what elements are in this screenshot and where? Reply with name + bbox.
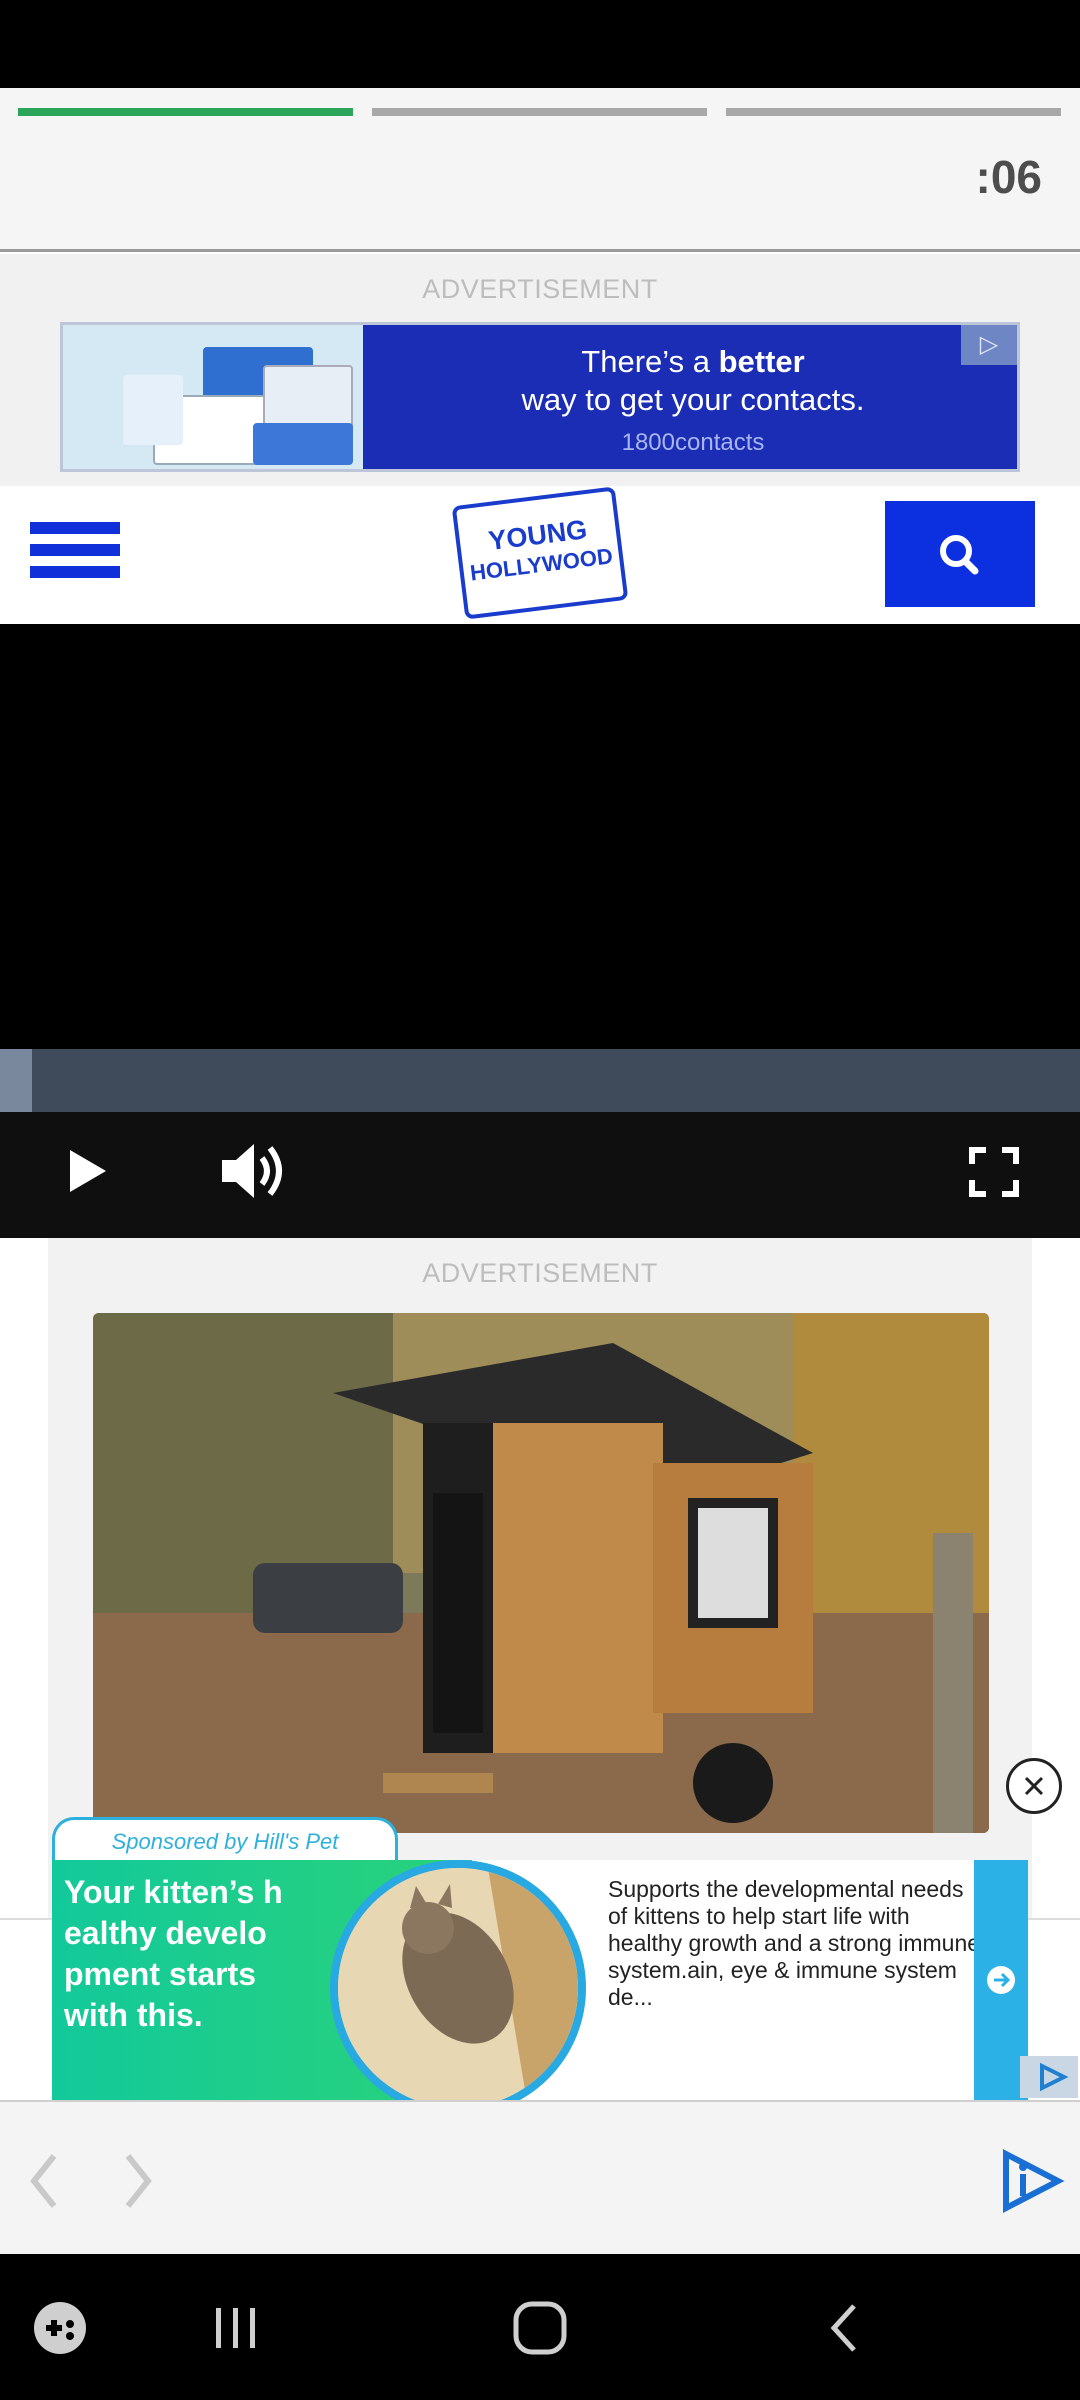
story-progress-segment-3 bbox=[726, 108, 1061, 116]
story-progress-segment-2 bbox=[372, 108, 707, 116]
story-timer: :06 bbox=[975, 151, 1042, 203]
close-icon bbox=[1024, 1776, 1044, 1796]
story-header: :06 bbox=[0, 88, 1080, 252]
play-icon[interactable] bbox=[56, 1136, 116, 1206]
ad-banner-brand: 1800contacts bbox=[621, 429, 765, 456]
kitten-image bbox=[330, 1860, 586, 2116]
video-controls bbox=[0, 1112, 1080, 1238]
status-bar bbox=[0, 0, 1080, 88]
browser-toolbar bbox=[0, 2100, 1080, 2254]
play-i-icon[interactable] bbox=[996, 2148, 1066, 2214]
ad-banner-product-image bbox=[63, 325, 363, 469]
home-icon[interactable] bbox=[508, 2298, 572, 2358]
ad-banner[interactable]: There’s a better way to get your contact… bbox=[60, 322, 1020, 472]
ad-image-cabin[interactable] bbox=[93, 1313, 989, 1833]
video-seek-bar[interactable] bbox=[0, 1049, 1080, 1112]
close-ad-button[interactable] bbox=[1006, 1758, 1062, 1814]
site-header: YOUNG HOLLYWOOD bbox=[0, 486, 1080, 624]
hamburger-icon[interactable] bbox=[20, 506, 130, 606]
ad-choices-icon[interactable]: ▷ bbox=[961, 325, 1017, 365]
site-logo[interactable]: YOUNG HOLLYWOOD bbox=[451, 486, 629, 620]
ad-label: ADVERTISEMENT bbox=[422, 274, 658, 304]
volume-icon[interactable] bbox=[214, 1134, 294, 1208]
sponsored-tab: Sponsored by Hill's Pet bbox=[52, 1817, 398, 1863]
sponsored-ad-headline: Your kitten’s h ealthy develo pment star… bbox=[64, 1874, 283, 2033]
story-progress-segment-1 bbox=[18, 108, 353, 116]
chevron-right-icon[interactable] bbox=[112, 2146, 162, 2216]
video-player[interactable] bbox=[0, 624, 1080, 1238]
ad-choices-icon[interactable] bbox=[1020, 2056, 1078, 2098]
recents-icon[interactable] bbox=[206, 2300, 266, 2356]
ad-label: ADVERTISEMENT bbox=[422, 1258, 658, 1288]
game-launcher-icon[interactable] bbox=[30, 2298, 90, 2358]
fullscreen-icon[interactable] bbox=[964, 1142, 1024, 1202]
sponsored-ad-body: Supports the developmental needs of kitt… bbox=[608, 1876, 981, 2010]
ad-banner-headline: There’s a better way to get your contact… bbox=[521, 344, 865, 417]
cabin-illustration bbox=[93, 1313, 989, 1833]
back-icon[interactable] bbox=[820, 2300, 870, 2356]
sponsored-ad[interactable]: Your kitten’s h ealthy develo pment star… bbox=[52, 1860, 1028, 2116]
video-seek-fill bbox=[0, 1049, 33, 1112]
system-nav-bar bbox=[0, 2254, 1080, 2400]
chevron-left-icon[interactable] bbox=[20, 2146, 70, 2216]
search-button[interactable] bbox=[885, 501, 1035, 607]
search-icon bbox=[940, 535, 979, 575]
